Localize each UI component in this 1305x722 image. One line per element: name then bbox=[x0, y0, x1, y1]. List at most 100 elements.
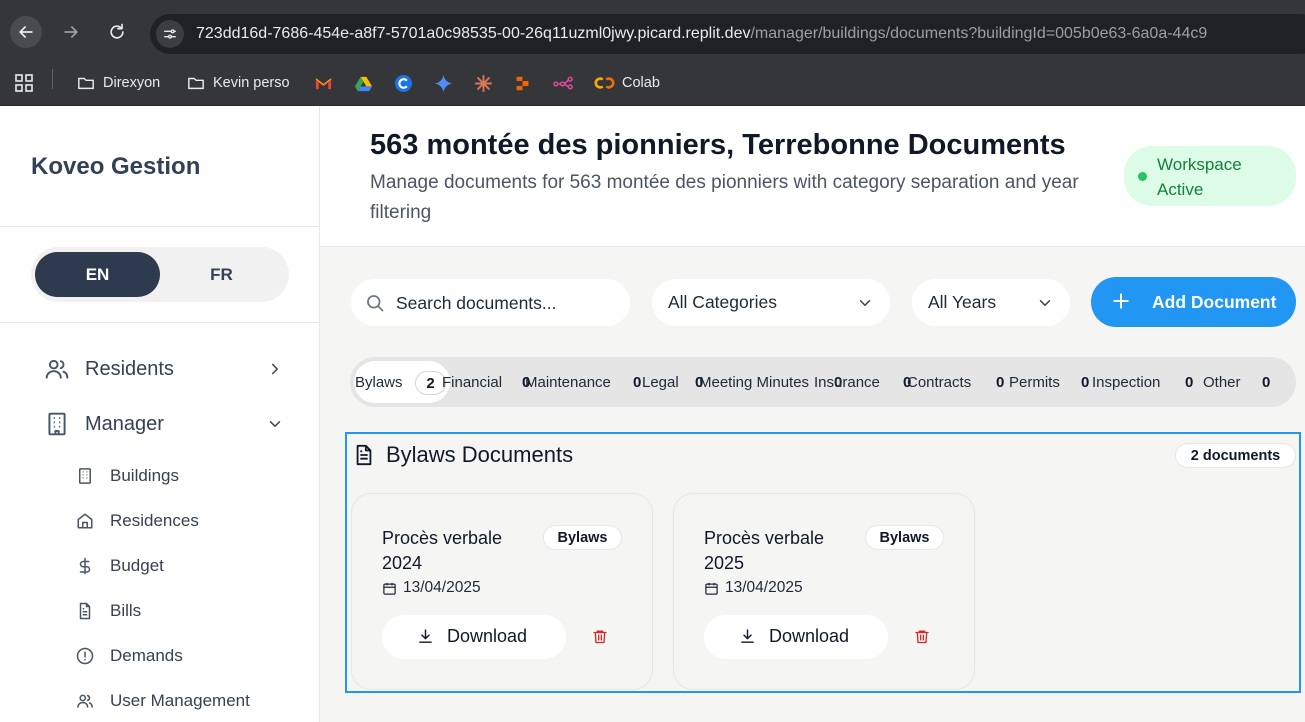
download-button[interactable]: Download bbox=[704, 615, 888, 659]
drive-icon bbox=[354, 76, 373, 91]
forward-button[interactable] bbox=[55, 16, 87, 48]
bookmark-label: Colab bbox=[622, 75, 660, 91]
sidebar-item-residences[interactable]: Residences bbox=[76, 508, 296, 534]
address-bar[interactable]: 723dd16d-7686-454e-a8f7-5701a0c98535-00-… bbox=[150, 14, 1305, 54]
sidebar-item-residents[interactable]: Residents bbox=[44, 354, 284, 384]
claude-icon bbox=[474, 74, 493, 92]
dollar-icon bbox=[79, 557, 91, 575]
tab-maintenance[interactable]: Maintenance bbox=[525, 374, 611, 391]
tab-insurance[interactable]: Insurance bbox=[814, 374, 880, 391]
tab-other-count: 0 bbox=[1262, 374, 1271, 391]
chevron-down-icon bbox=[859, 299, 871, 306]
apps-grid-icon bbox=[15, 74, 33, 92]
url-text: 723dd16d-7686-454e-a8f7-5701a0c98535-00-… bbox=[196, 25, 1207, 43]
folder-icon bbox=[188, 77, 204, 90]
bookmark-separator bbox=[52, 69, 53, 89]
download-button[interactable]: Download bbox=[382, 615, 566, 659]
building-icon bbox=[48, 412, 66, 436]
workspace-status-text: Workspace Active bbox=[1157, 155, 1242, 199]
tab-contracts-count: 0 bbox=[996, 374, 1005, 391]
building-icon bbox=[79, 468, 91, 484]
download-icon bbox=[741, 629, 754, 643]
replit-icon bbox=[516, 76, 529, 90]
reload-button[interactable] bbox=[101, 16, 133, 48]
tune-icon bbox=[164, 29, 176, 39]
sidebar-item-manager[interactable]: Manager bbox=[44, 409, 284, 439]
alert-circle-icon bbox=[76, 647, 94, 665]
sidebar-item-label: Residences bbox=[110, 511, 199, 530]
tab-other[interactable]: Other bbox=[1203, 374, 1241, 391]
graph-icon bbox=[553, 76, 573, 90]
calendar-icon bbox=[383, 582, 396, 595]
add-document-button[interactable]: Add Document bbox=[1091, 277, 1296, 327]
category-select-value: All Categories bbox=[668, 292, 777, 312]
bookmark-colab[interactable]: Colab bbox=[594, 72, 660, 94]
apps-button[interactable] bbox=[14, 72, 34, 94]
sidebar-item-buildings[interactable]: Buildings bbox=[76, 463, 296, 489]
tab-inspection[interactable]: Inspection bbox=[1092, 374, 1160, 391]
divider bbox=[0, 226, 320, 227]
sparkle-icon bbox=[434, 74, 453, 92]
bookmark-drive[interactable] bbox=[354, 72, 373, 94]
sidebar-item-bills[interactable]: Bills bbox=[76, 598, 296, 624]
bookmark-direxyon[interactable]: Direxyon bbox=[76, 72, 160, 94]
page-description: Manage documents for 563 montée des pion… bbox=[370, 172, 1079, 223]
bookmark-c[interactable] bbox=[394, 72, 413, 94]
document-title: Procès verbale 2024 bbox=[382, 528, 503, 573]
sidebar-item-user-management[interactable]: User Management bbox=[76, 688, 296, 714]
sidebar-item-demands[interactable]: Demands bbox=[76, 643, 296, 669]
arrow-left-icon bbox=[19, 26, 33, 38]
folder-icon bbox=[78, 77, 94, 90]
category-badge: Bylaws bbox=[865, 525, 944, 550]
sidebar-item-label: Demands bbox=[110, 646, 183, 665]
document-card: Procès verbale 2025 Bylaws 13/04/2025 Do… bbox=[673, 493, 975, 690]
sidebar-item-label: Residents bbox=[85, 357, 174, 380]
category-select[interactable]: All Categories bbox=[652, 279, 890, 326]
plus-icon bbox=[1113, 293, 1129, 309]
trash-icon[interactable] bbox=[914, 628, 930, 645]
gmail-icon bbox=[315, 77, 332, 89]
bookmark-claude[interactable] bbox=[474, 72, 493, 94]
tab-meeting-minutes[interactable]: Meeting Minutes bbox=[699, 374, 809, 391]
tab-legal[interactable]: Legal bbox=[642, 374, 679, 391]
search-input[interactable] bbox=[396, 289, 616, 317]
year-select-value: All Years bbox=[928, 292, 997, 312]
tab-bylaws-label: Bylaws bbox=[355, 374, 403, 391]
document-title: Procès verbale 2025 bbox=[704, 528, 825, 573]
arrow-right-icon bbox=[64, 26, 78, 38]
search-box bbox=[351, 279, 630, 326]
lang-fr-button[interactable]: FR bbox=[159, 252, 284, 297]
site-info-button[interactable] bbox=[156, 20, 184, 48]
bookmark-replit[interactable] bbox=[514, 72, 531, 94]
reload-icon bbox=[110, 23, 124, 39]
back-button[interactable] bbox=[10, 16, 42, 48]
lang-en-button[interactable]: EN bbox=[35, 252, 160, 297]
sidebar-item-label: Manager bbox=[85, 412, 164, 435]
tab-financial[interactable]: Financial bbox=[442, 374, 502, 391]
users-icon bbox=[45, 359, 69, 379]
users-icon bbox=[77, 694, 93, 708]
tab-permits[interactable]: Permits bbox=[1009, 374, 1060, 391]
c-icon bbox=[394, 74, 413, 92]
document-date-text: 13/04/2025 bbox=[725, 579, 803, 596]
year-select[interactable]: All Years bbox=[912, 279, 1070, 326]
bookmark-graph[interactable] bbox=[553, 72, 574, 94]
home-icon bbox=[77, 513, 93, 529]
trash-icon[interactable] bbox=[592, 628, 608, 645]
document-date: 13/04/2025 bbox=[704, 579, 803, 597]
tab-contracts[interactable]: Contracts bbox=[907, 374, 971, 391]
url-path: /manager/buildings/documents?buildingId=… bbox=[750, 25, 1208, 42]
sidebar-item-label: Buildings bbox=[110, 466, 179, 485]
url-host: 723dd16d-7686-454e-a8f7-5701a0c98535-00-… bbox=[196, 25, 751, 42]
divider bbox=[0, 322, 320, 323]
tab-maintenance-count: 0 bbox=[633, 374, 642, 391]
bookmark-kevin-perso[interactable]: Kevin perso bbox=[186, 72, 290, 94]
chevron-down-icon bbox=[1039, 299, 1051, 306]
sidebar-item-budget[interactable]: Budget bbox=[76, 553, 296, 579]
brand-title: Koveo Gestion bbox=[31, 153, 201, 180]
tab-permits-count: 0 bbox=[1081, 374, 1090, 391]
bookmark-sparkle[interactable] bbox=[434, 72, 453, 94]
bookmark-gmail[interactable] bbox=[314, 72, 333, 94]
bookmark-label: Direxyon bbox=[103, 75, 161, 91]
bookmarks-bar: Direxyon Kevin perso Colab bbox=[0, 62, 1305, 106]
